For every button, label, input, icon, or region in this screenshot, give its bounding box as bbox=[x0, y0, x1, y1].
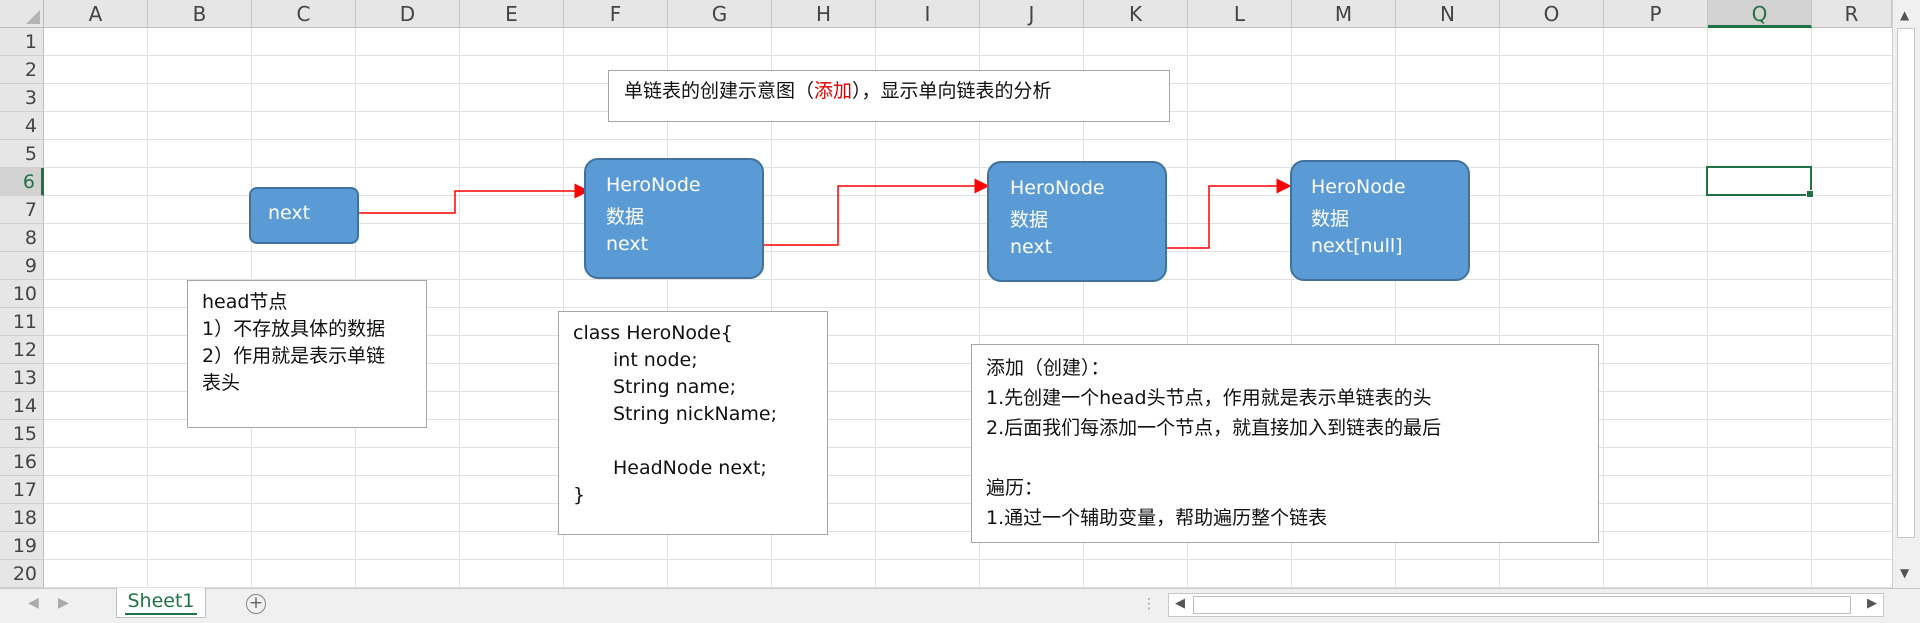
hero-node-3[interactable]: HeroNode 数据 next[null] bbox=[1290, 160, 1470, 281]
arrow-head-to-node1 bbox=[320, 183, 590, 214]
head-note-line-1: head节点 bbox=[202, 291, 288, 313]
steps-box[interactable]: 添加（创建）： 1.先创建一个head头节点，作用就是表示单链表的头 2.后面我… bbox=[971, 344, 1599, 543]
scroll-up-icon[interactable]: ▲ bbox=[1900, 8, 1909, 22]
title-box[interactable]: 单链表的创建示意图（添加），显示单向链表的分析 bbox=[608, 70, 1170, 122]
spreadsheet: A B C D E F G H I J K L M N O P Q R 1 2 … bbox=[0, 0, 1920, 623]
class-line-5 bbox=[573, 428, 813, 455]
class-line-2: int node; bbox=[613, 349, 698, 371]
scroll-down-icon[interactable]: ▼ bbox=[1900, 566, 1909, 580]
sheet-tab-label: Sheet1 bbox=[127, 590, 195, 612]
sheet-tab-bar: ◀ ▶ Sheet1 + ⋮ ◀ ▶ bbox=[0, 588, 1920, 623]
hero-node-3-data: 数据 bbox=[1311, 208, 1350, 230]
head-node[interactable]: next bbox=[249, 187, 359, 244]
hero-node-2[interactable]: HeroNode 数据 next bbox=[987, 161, 1167, 282]
head-note-box[interactable]: head节点 1）不存放具体的数据 2）作用就是表示单链 表头 bbox=[187, 280, 427, 428]
class-line-3: String name; bbox=[613, 376, 737, 398]
hero-node-3-next: next[null] bbox=[1311, 235, 1403, 257]
hero-node-3-name: HeroNode bbox=[1311, 176, 1406, 198]
hero-node-1-name: HeroNode bbox=[606, 174, 701, 196]
vertical-scrollbar[interactable]: ▲ ▼ bbox=[1892, 0, 1920, 588]
class-line-1: class HeroNode{ bbox=[573, 322, 733, 344]
steps-line-1: 添加（创建）： bbox=[986, 357, 1110, 379]
head-note-line-2: 1）不存放具体的数据 bbox=[202, 318, 386, 340]
hero-node-1-data: 数据 bbox=[606, 206, 645, 228]
sheet-tab-sheet1[interactable]: Sheet1 bbox=[116, 588, 206, 618]
hero-node-2-name: HeroNode bbox=[1010, 177, 1105, 199]
scroll-left-icon[interactable]: ◀ bbox=[1175, 596, 1185, 611]
add-sheet-icon[interactable]: + bbox=[246, 594, 266, 614]
sheet-tab-active-indicator bbox=[125, 613, 197, 615]
tab-split-handle-icon[interactable]: ⋮ bbox=[1142, 596, 1156, 612]
steps-line-4 bbox=[986, 443, 1584, 473]
hero-node-1-next: next bbox=[606, 233, 649, 255]
hero-node-1[interactable]: HeroNode 数据 next bbox=[584, 158, 764, 279]
vertical-scroll-thumb[interactable] bbox=[1897, 28, 1915, 538]
class-line-4: String nickName; bbox=[613, 403, 777, 425]
scroll-right-icon[interactable]: ▶ bbox=[1867, 596, 1877, 611]
title-suffix: ），显示单向链表的分析 bbox=[852, 80, 1052, 102]
steps-line-2: 1.先创建一个head头节点，作用就是表示单链表的头 bbox=[986, 387, 1432, 409]
class-line-6: HeadNode next; bbox=[613, 457, 767, 479]
head-note-line-3: 2）作用就是表示单链 bbox=[202, 345, 386, 367]
title-prefix: 单链表的创建示意图（ bbox=[624, 80, 815, 102]
title-highlight: 添加 bbox=[814, 80, 853, 102]
horizontal-scrollbar[interactable]: ◀ ▶ bbox=[1168, 593, 1884, 617]
prev-sheet-icon[interactable]: ◀ bbox=[28, 595, 39, 611]
hero-node-2-data: 数据 bbox=[1010, 209, 1049, 231]
class-definition-box[interactable]: class HeroNode{ int node; String name; S… bbox=[558, 311, 828, 535]
head-node-next-label: next bbox=[268, 202, 311, 224]
class-line-7: } bbox=[573, 484, 586, 506]
hero-node-2-next: next bbox=[1010, 236, 1053, 258]
next-sheet-icon[interactable]: ▶ bbox=[58, 595, 69, 611]
steps-line-5: 遍历： bbox=[986, 477, 1044, 499]
steps-line-6: 1.通过一个辅助变量，帮助遍历整个链表 bbox=[986, 507, 1328, 529]
head-note-line-4: 表头 bbox=[202, 372, 241, 394]
steps-line-3: 2.后面我们每添加一个节点，就直接加入到链表的最后 bbox=[986, 417, 1442, 439]
horizontal-scroll-thumb[interactable] bbox=[1193, 596, 1851, 614]
